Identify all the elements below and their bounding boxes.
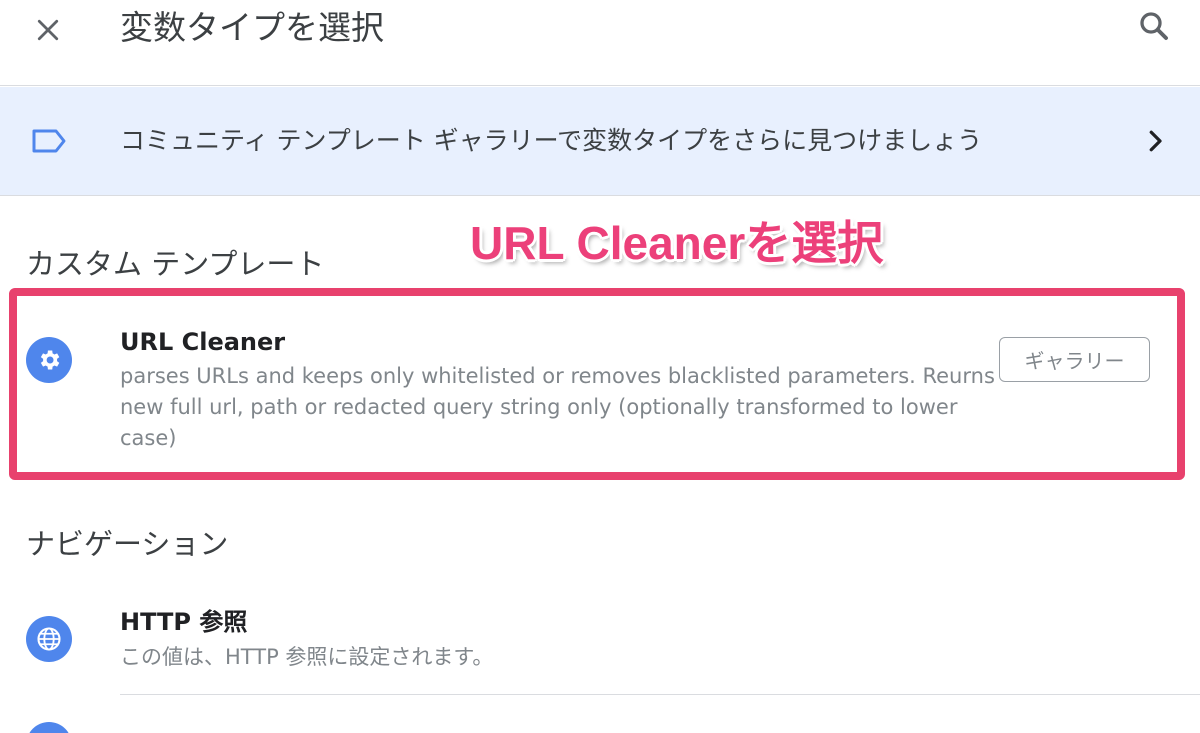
item-name: URL Cleaner (120, 328, 286, 356)
list-item-http-referrer[interactable]: HTTP 参照 この値は、HTTP 参照に設定されます。 (0, 600, 1200, 694)
list-item-url-cleaner[interactable]: URL Cleaner parses URLs and keeps only w… (0, 300, 1200, 470)
chevron-right-icon (1140, 126, 1170, 160)
section-title-navigation: ナビゲーション (26, 527, 229, 561)
search-icon (1140, 12, 1168, 40)
item-description: parses URLs and keeps only whitelisted o… (120, 364, 995, 450)
annotation-callout: URL Cleanerを選択 (470, 217, 884, 269)
close-button[interactable] (24, 6, 72, 54)
dialog-header: 変数タイプを選択 (0, 0, 1200, 86)
list-divider (120, 694, 1200, 695)
gallery-button[interactable]: ギャラリー (999, 337, 1150, 382)
dialog-title: 変数タイプを選択 (120, 8, 384, 47)
item-description: この値は、HTTP 参照に設定されます。 (120, 645, 494, 669)
close-icon (37, 19, 59, 41)
search-button[interactable] (1130, 2, 1178, 50)
item-name: HTTP 参照 (120, 608, 248, 636)
globe-icon (26, 616, 72, 662)
gear-icon (26, 337, 72, 383)
community-gallery-banner[interactable]: コミュニティ テンプレート ギャラリーで変数タイプをさらに見つけましょう (0, 87, 1200, 196)
banner-text: コミュニティ テンプレート ギャラリーで変数タイプをさらに見つけましょう (120, 126, 983, 155)
next-item-icon (26, 722, 72, 733)
label-tag-icon (30, 126, 68, 160)
section-title-custom-templates: カスタム テンプレート (26, 247, 325, 281)
